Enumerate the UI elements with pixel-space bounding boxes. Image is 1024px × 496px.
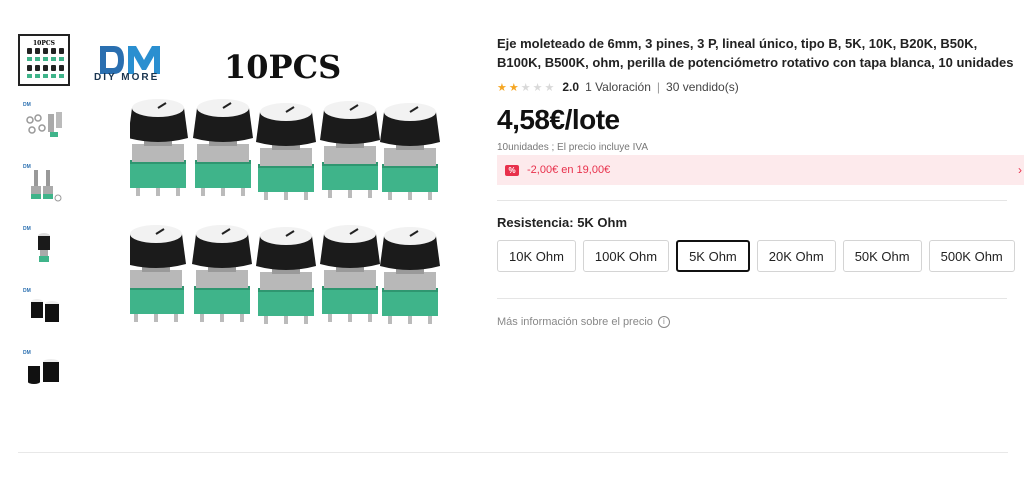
info-icon: i [657, 316, 670, 328]
potentiometer-knobs-image [130, 98, 441, 325]
divider [497, 200, 1007, 201]
sold-count: 30 vendido(s) [666, 80, 739, 94]
variant-label: Resistencia: 5K Ohm [497, 215, 628, 230]
divider [497, 298, 1007, 299]
product-price: 4,58€/lote [497, 104, 620, 135]
option-500k[interactable]: 500K Ohm [928, 240, 1015, 272]
coupon-icon: % [505, 164, 519, 176]
thumbnail-4[interactable]: DM [18, 220, 70, 272]
promo-banner[interactable]: % -2,00€ en 19,00€ › [497, 155, 1024, 185]
thumbnail-image: 10PCS [21, 37, 67, 83]
thumbnail-image: DM [23, 226, 50, 262]
thumbnail-image: DM [23, 288, 59, 322]
star-icon: ★ [532, 81, 543, 94]
star-icon: ★ [544, 81, 555, 94]
star-icon: ★ [520, 81, 531, 94]
thumbnail-5[interactable]: DM [18, 282, 70, 334]
option-20k[interactable]: 20K Ohm [756, 240, 836, 272]
promo-text: -2,00€ en 19,00€ [527, 164, 611, 176]
svg-text:DM: DM [23, 288, 31, 294]
svg-text:DM: DM [23, 102, 31, 108]
svg-text:DM: DM [23, 350, 31, 356]
option-10k[interactable]: 10K Ohm [497, 240, 576, 272]
thumbnail-2[interactable]: DM [18, 96, 70, 148]
svg-text:10PCS: 10PCS [33, 40, 55, 47]
thumbnail-image: DM [23, 102, 62, 137]
brand-name: DIY MORE [94, 72, 160, 83]
star-icon: ★ [497, 81, 507, 94]
quantity-label: 10PCS [224, 48, 342, 86]
more-price-info[interactable]: Más información sobre el precio i [497, 316, 670, 328]
more-price-info-label: Más información sobre el precio [497, 316, 653, 328]
tax-note: 10unidades ; El precio incluye IVA [497, 142, 649, 153]
svg-text:DM: DM [23, 164, 31, 170]
thumbnail-6[interactable]: DM [18, 344, 70, 396]
chevron-right-icon: › [1018, 163, 1022, 177]
thumbnail-list: 10PCS DM DM DM DM DM [18, 34, 74, 406]
product-info: Eje moleteado de 6mm, 3 pines, 3 P, line… [497, 34, 1017, 153]
divider [18, 452, 1008, 453]
svg-text:DM: DM [23, 226, 31, 232]
main-product-image[interactable]: DIY MORE 10PCS [90, 34, 475, 350]
thumbnail-image: DM [23, 164, 62, 202]
thumbnail-image: DM [23, 350, 59, 384]
rating-row: ★ ★ ★ ★ ★ 2.0 1 Valoración | 30 vendido(… [497, 80, 1017, 94]
rating-stars: ★ ★ ★ ★ ★ [497, 81, 556, 94]
thumbnail-3[interactable]: DM [18, 158, 70, 210]
rating-score: 2.0 [562, 80, 580, 94]
option-100k[interactable]: 100K Ohm [582, 240, 670, 272]
option-50k[interactable]: 50K Ohm [842, 240, 922, 272]
divider: | [656, 80, 661, 94]
thumbnail-1[interactable]: 10PCS [18, 34, 70, 86]
option-5k[interactable]: 5K Ohm [676, 240, 750, 272]
resistance-options: 10K Ohm 100K Ohm 5K Ohm 20K Ohm 50K Ohm … [497, 240, 1022, 272]
rating-count-link[interactable]: 1 Valoración [585, 80, 651, 94]
product-title: Eje moleteado de 6mm, 3 pines, 3 P, line… [497, 36, 1014, 70]
star-icon: ★ [508, 81, 519, 94]
